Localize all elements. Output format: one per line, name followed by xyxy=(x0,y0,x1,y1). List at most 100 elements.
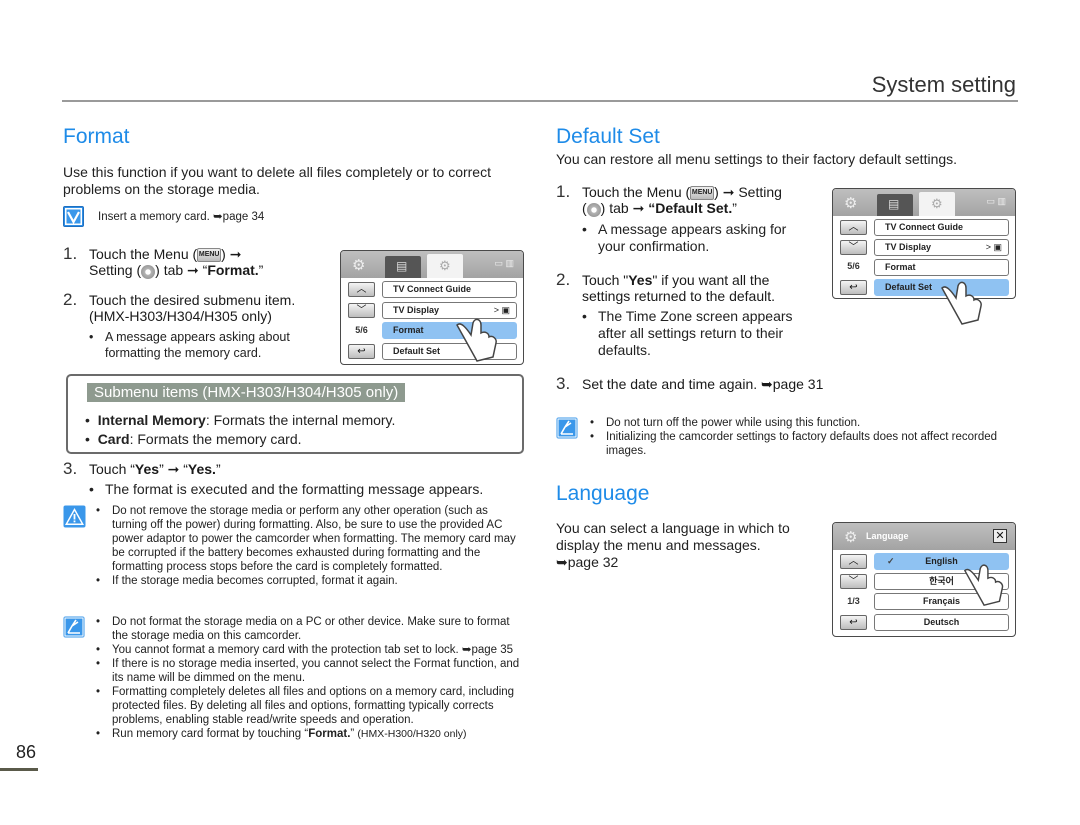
bullet-text: The format is executed and the formattin… xyxy=(105,481,484,497)
menu-item-format[interactable]: Format xyxy=(874,259,1009,276)
card-battery-icon: ▭ ▥ xyxy=(494,258,514,268)
caution-item: • Do not remove the storage media or perf… xyxy=(96,504,526,574)
note-item: • Run memory card format by touching “For… xyxy=(96,727,526,741)
page-indicator: 5/6 xyxy=(847,261,860,271)
bullet-text: A message appears asking about formattin… xyxy=(105,330,290,360)
note-item: • Do not turn off the power while using t… xyxy=(590,416,1010,430)
format-step-2-bullet: • A message appears asking about formatt… xyxy=(89,329,324,361)
note-text: Formatting completely deletes all files … xyxy=(112,686,515,726)
step-bold: Yes. xyxy=(187,461,216,477)
menu-item-tv-connect-guide[interactable]: TV Connect Guide xyxy=(874,219,1009,236)
note-item: • Do not format the storage media on a PC… xyxy=(96,615,526,643)
default-set-title: Default Set xyxy=(556,125,660,148)
page-reference: ➥page 32 xyxy=(556,554,619,570)
step-text: Set the date and time again. ➥page 31 xyxy=(582,376,824,392)
page-indicator: 5/6 xyxy=(355,325,368,335)
back-button[interactable]: ↩ xyxy=(840,615,867,630)
item-bold: Internal Memory xyxy=(97,412,206,428)
gear-icon: ⚙ xyxy=(931,196,943,211)
note-bold: Format. xyxy=(308,728,351,740)
bullet: • xyxy=(96,658,101,670)
default-set-note-list: • Do not turn off the power while using t… xyxy=(590,416,1010,458)
step-text: ) ➞ xyxy=(221,246,242,262)
scroll-up-button[interactable]: ︿ xyxy=(840,554,867,569)
step-text: Touch the desired submenu item. xyxy=(89,292,296,308)
submenu-items-box: Submenu items (HMX-H303/H304/H305 only) … xyxy=(66,374,524,454)
bullet: • xyxy=(96,644,101,656)
format-title: Format xyxy=(63,125,130,148)
step-number: 1. xyxy=(556,182,571,201)
default-set-step-2-bullet: • The Time Zone screen appears after all… xyxy=(582,308,812,359)
close-button[interactable]: ✕ xyxy=(993,529,1007,543)
scroll-down-button[interactable]: ﹀ xyxy=(840,574,867,589)
settings-tab[interactable]: ⚙ xyxy=(427,254,463,278)
note-item: • You cannot format a memory card with th… xyxy=(96,643,526,657)
menu-key-icon: MENU xyxy=(197,248,222,263)
language-intro: You can select a language in which to di… xyxy=(556,520,806,571)
caution-item: • If the storage media becomes corrupted,… xyxy=(96,574,526,588)
default-set-intro: You can restore all menu settings to the… xyxy=(556,151,958,167)
format-step-3-bullet: • The format is executed and the formatt… xyxy=(89,481,529,498)
bullet: • xyxy=(590,417,595,429)
step-text: Touch the Menu ( xyxy=(582,184,691,200)
back-button[interactable]: ↩ xyxy=(840,280,867,295)
menu-key-icon: MENU xyxy=(690,186,715,201)
caution-list: • Do not remove the storage media or perf… xyxy=(96,504,526,588)
step-bold: Format. xyxy=(207,262,259,279)
note-text: If there is no storage media inserted, y… xyxy=(112,658,520,684)
settings-gear-icon[interactable]: ⚙ xyxy=(352,256,365,274)
caution-text: If the storage media becomes corrupted, … xyxy=(112,575,398,587)
language-menu-screen: ⚙ Language ✕ ︿ ﹀ 1/3 ↩ ✓ English 한국어 Fran… xyxy=(832,522,1016,637)
scroll-down-button[interactable]: ﹀ xyxy=(840,240,867,255)
note-item: • If there is no storage media inserted, … xyxy=(96,657,526,685)
language-title: Language xyxy=(556,482,650,505)
submenu-item: • Internal Memory: Formats the internal … xyxy=(85,412,395,429)
scroll-down-button[interactable]: ﹀ xyxy=(348,303,375,318)
page-indicator: 1/3 xyxy=(847,596,860,606)
gear-icon xyxy=(141,264,156,279)
menu-tab[interactable]: ▤ xyxy=(385,256,421,278)
language-intro-text: You can select a language in which to di… xyxy=(556,520,790,553)
note-item: • Formatting completely deletes all files… xyxy=(96,685,526,727)
gear-icon xyxy=(586,202,601,217)
step-number: 1. xyxy=(63,244,78,263)
scroll-up-button[interactable]: ︿ xyxy=(840,220,867,235)
language-item-german[interactable]: Deutsch xyxy=(874,614,1009,631)
default-set-step-1-bullet: • A message appears asking for your conf… xyxy=(582,221,812,255)
step-text: ) tab ➞ “ xyxy=(155,262,208,279)
submenu-item: • Card: Formats the memory card. xyxy=(85,431,302,448)
warning-icon xyxy=(63,505,86,528)
step-text: Touch “ xyxy=(89,461,135,477)
format-intro: Use this function if you want to delete … xyxy=(63,164,491,197)
format-menu-screen: ⚙ ▤ ⚙ ▭ ▥ ︿ ﹀ 5/6 ↩ TV Connect Guide TV … xyxy=(340,250,524,365)
item-label: TV Display xyxy=(393,305,440,315)
format-precheck: Insert a memory card. ➥page 34 xyxy=(63,206,264,227)
step-text: ” xyxy=(215,461,221,477)
step-number: 2. xyxy=(63,290,78,309)
step-text: Touch the Menu ( xyxy=(89,246,198,262)
settings-tab[interactable]: ⚙ xyxy=(919,192,955,216)
bullet: • xyxy=(96,505,101,517)
note-text: (HMX-H300/H320 only) xyxy=(357,728,467,740)
bullet: • xyxy=(582,221,587,237)
note-text: You cannot format a memory card with the… xyxy=(112,644,514,656)
item-text: : Formats the memory card. xyxy=(129,431,302,447)
note-icon xyxy=(556,417,578,439)
page-number: 86 xyxy=(16,742,37,762)
page-header-title: System setting xyxy=(871,72,1016,97)
back-button[interactable]: ↩ xyxy=(348,344,375,359)
item-label: TV Display xyxy=(885,242,932,252)
default-set-step-1: 1. Touch the Menu (MENU) ➞ Setting () ta… xyxy=(556,182,816,217)
menu-item-tv-connect-guide[interactable]: TV Connect Guide xyxy=(382,281,517,298)
menu-item-tv-display[interactable]: TV Display > ▣ xyxy=(874,239,1009,256)
item-label: English xyxy=(925,556,958,566)
bullet: • xyxy=(96,728,101,740)
bullet: • xyxy=(582,308,587,324)
step-text: ” ➞ “ xyxy=(159,461,188,477)
hand-pointer-icon xyxy=(456,318,497,362)
settings-gear-icon[interactable]: ⚙ xyxy=(844,194,857,212)
scroll-up-button[interactable]: ︿ xyxy=(348,282,375,297)
menu-tab[interactable]: ▤ xyxy=(877,194,913,216)
check-icon: ✓ xyxy=(887,556,895,566)
bullet: • xyxy=(85,431,98,447)
